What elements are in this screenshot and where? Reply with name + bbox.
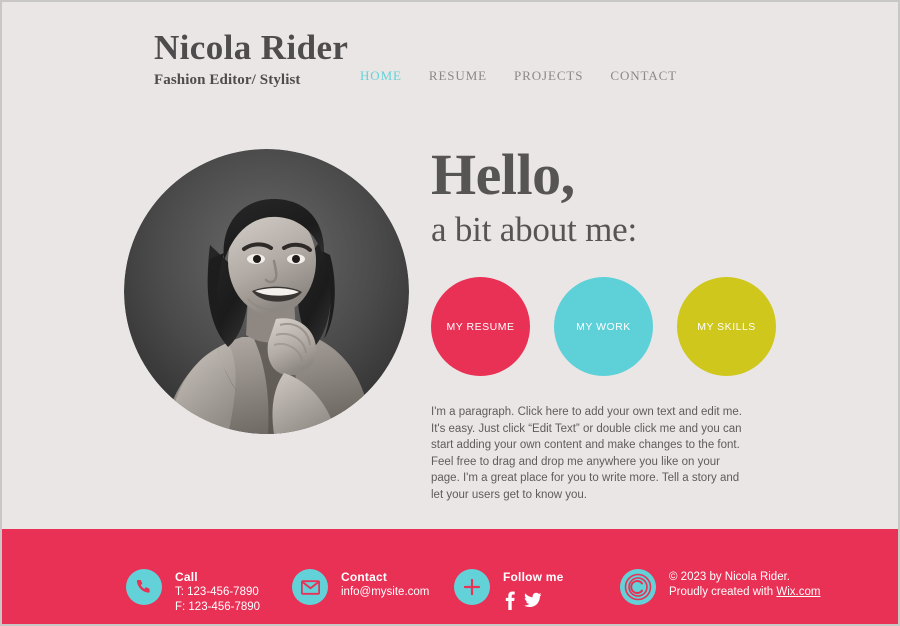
portrait-photo (124, 149, 409, 434)
footer-contact-text: Contact info@mysite.com (341, 569, 429, 600)
envelope-glyph (300, 579, 320, 595)
my-skills-button[interactable]: MY SKILLS (677, 277, 776, 376)
footer-credit-prefix: Proudly created with (669, 586, 777, 598)
footer-copyright-block: © 2023 by Nicola Rider. Proudly created … (620, 569, 820, 605)
footer-follow-block: Follow me (454, 569, 563, 610)
footer-call-block: Call T: 123-456-7890 F: 123-456-7890 (126, 569, 260, 615)
portrait-image (124, 149, 409, 434)
plus-icon[interactable] (454, 569, 490, 605)
plus-glyph (463, 578, 481, 596)
phone-icon[interactable] (126, 569, 162, 605)
hero-heading: Hello, (431, 142, 575, 207)
envelope-icon[interactable] (292, 569, 328, 605)
my-work-button[interactable]: MY WORK (554, 277, 653, 376)
nav-item-contact[interactable]: CONTACT (610, 68, 677, 84)
facebook-glyph (505, 591, 515, 610)
hero-subheading: a bit about me: (431, 210, 637, 249)
nav-item-projects[interactable]: PROJECTS (514, 68, 583, 84)
footer-copyright-text: © 2023 by Nicola Rider. Proudly created … (669, 569, 820, 600)
twitter-glyph (524, 592, 542, 608)
footer-call-title: Call (175, 570, 198, 584)
circle-button-group: MY RESUME MY WORK MY SKILLS (431, 277, 776, 376)
footer-copyright-line: © 2023 by Nicola Rider. (669, 571, 790, 583)
facebook-icon[interactable] (503, 590, 516, 610)
social-links (503, 590, 563, 610)
website-page: Nicola Rider Fashion Editor/ Stylist HOM… (2, 2, 898, 624)
footer-call-fax: F: 123-456-7890 (175, 601, 261, 613)
footer-contact-block: Contact info@mysite.com (292, 569, 429, 605)
site-footer: Call T: 123-456-7890 F: 123-456-7890 Con… (2, 529, 898, 624)
site-title: Nicola Rider (154, 28, 349, 67)
footer-credit-line: Proudly created with Wix.com (669, 585, 820, 600)
wix-link[interactable]: Wix.com (776, 586, 820, 598)
footer-follow-text: Follow me (503, 569, 563, 610)
footer-follow-title: Follow me (503, 570, 564, 584)
hero-text: Hello, a bit about me: (431, 144, 771, 252)
copyright-glyph (624, 573, 652, 601)
nav-item-resume[interactable]: RESUME (429, 68, 487, 84)
main-navigation: HOME RESUME PROJECTS CONTACT (360, 68, 677, 84)
footer-contact-email[interactable]: info@mysite.com (341, 585, 429, 600)
twitter-icon[interactable] (524, 592, 542, 608)
my-resume-button[interactable]: MY RESUME (431, 277, 530, 376)
copyright-icon (620, 569, 656, 605)
site-header: Nicola Rider Fashion Editor/ Stylist HOM… (2, 2, 898, 122)
nav-item-home[interactable]: HOME (360, 68, 402, 84)
footer-call-text: Call T: 123-456-7890 F: 123-456-7890 (175, 569, 260, 615)
footer-call-phone: T: 123-456-7890 (175, 586, 259, 598)
phone-glyph (136, 579, 150, 593)
footer-contact-title: Contact (341, 570, 388, 584)
about-paragraph: I'm a paragraph. Click here to add your … (431, 406, 742, 501)
main-content: Hello, a bit about me: MY RESUME MY WORK… (2, 122, 898, 529)
